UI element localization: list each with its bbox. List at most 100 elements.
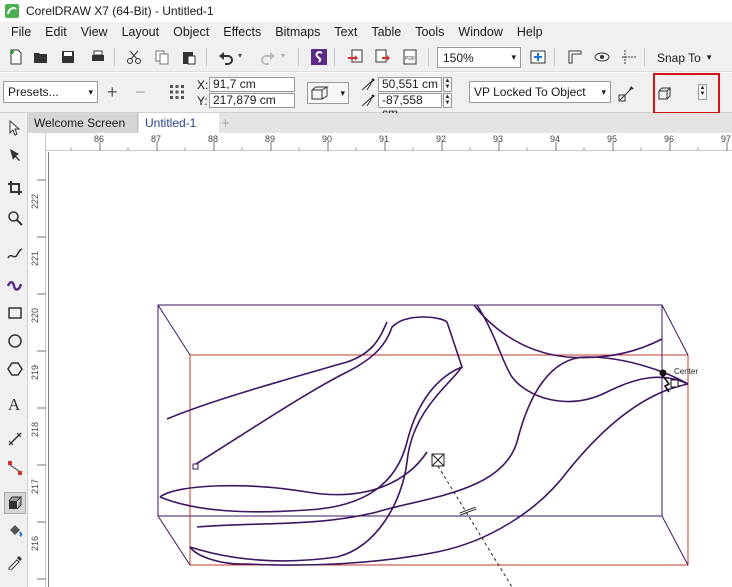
- x-position-field[interactable]: 91,7 cm: [209, 77, 295, 92]
- zoom-tool-icon[interactable]: [4, 207, 26, 229]
- menu-window[interactable]: Window: [451, 25, 509, 39]
- menu-effects[interactable]: Effects: [216, 25, 268, 39]
- eyedropper-tool-icon[interactable]: [4, 551, 26, 573]
- extruded-object[interactable]: [47, 152, 732, 587]
- menu-edit[interactable]: Edit: [38, 25, 74, 39]
- vertical-ruler[interactable]: 222 221 220 219 218 217 216: [28, 133, 46, 587]
- redo-dropdown-icon[interactable]: ▾: [281, 51, 285, 60]
- tab-untitled-1[interactable]: Untitled-1: [139, 113, 219, 133]
- menu-text[interactable]: Text: [327, 25, 364, 39]
- delete-preset-icon[interactable]: −: [135, 83, 146, 101]
- polygon-tool-icon[interactable]: [4, 358, 26, 380]
- tab-welcome-screen[interactable]: Welcome Screen: [28, 113, 138, 133]
- vp-x-spinner[interactable]: ▲ ▼: [443, 77, 452, 92]
- menu-help[interactable]: Help: [510, 25, 550, 39]
- coreldraw-app-icon: [5, 4, 19, 18]
- chevron-down-icon: ▾: [706, 52, 712, 62]
- ellipse-tool-icon[interactable]: [4, 330, 26, 352]
- connector-tool-icon[interactable]: [4, 457, 26, 479]
- rectangle-tool-icon[interactable]: [4, 302, 26, 324]
- undo-icon[interactable]: [216, 47, 236, 67]
- save-icon[interactable]: [58, 47, 78, 67]
- snap-to-dropdown[interactable]: Snap To ▾: [651, 47, 721, 68]
- presets-label: Presets...: [8, 85, 59, 99]
- vp-y-spinner[interactable]: ▲ ▼: [443, 93, 452, 108]
- shape-tool-icon[interactable]: [4, 144, 26, 166]
- x-label: X:: [197, 78, 209, 92]
- reference-point-icon[interactable]: [169, 84, 185, 100]
- dimension-tool-icon[interactable]: [4, 428, 26, 450]
- vp-relative-icon[interactable]: [617, 83, 637, 103]
- svg-text:PDF: PDF: [405, 56, 415, 62]
- menu-object[interactable]: Object: [166, 25, 216, 39]
- show-rulers-icon[interactable]: [565, 47, 585, 67]
- cut-icon[interactable]: [124, 47, 144, 67]
- ruler-label: 222: [30, 193, 40, 209]
- paste-icon[interactable]: [179, 47, 199, 67]
- ruler-label: 219: [30, 364, 40, 380]
- zoom-level-select[interactable]: 150% ▾: [437, 47, 521, 68]
- crop-tool-icon[interactable]: [4, 177, 26, 199]
- text-tool-icon[interactable]: A: [4, 393, 26, 415]
- ruler-label: 90: [322, 134, 333, 144]
- zoom-level-value: 150%: [443, 50, 474, 65]
- show-guidelines-icon[interactable]: [619, 47, 639, 67]
- vanishing-point-label: Center: [674, 367, 699, 376]
- menu-layout[interactable]: Layout: [115, 25, 167, 39]
- vanishing-point-x-icon: [361, 78, 377, 92]
- extrusion-edges: [157, 304, 689, 566]
- search-content-icon[interactable]: [309, 47, 329, 67]
- show-grid-icon[interactable]: [592, 47, 612, 67]
- document-tabs: Welcome Screen Untitled-1 +: [28, 113, 732, 133]
- ruler-label: 91: [379, 134, 390, 144]
- ruler-label: 93: [493, 134, 504, 144]
- vanishing-point-y-field[interactable]: -87,558 cm: [378, 93, 442, 120]
- menu-view[interactable]: View: [74, 25, 115, 39]
- ruler-label: 97: [721, 134, 732, 144]
- ruler-label: 216: [30, 535, 40, 551]
- highlight-box: [653, 73, 720, 114]
- vanishing-point-x-field[interactable]: 50,551 cm: [378, 77, 442, 92]
- menu-file[interactable]: File: [4, 25, 38, 39]
- freehand-tool-icon[interactable]: [4, 243, 26, 265]
- ribbon-curves: [159, 304, 689, 566]
- presets-dropdown[interactable]: Presets... ▾: [3, 81, 98, 103]
- ruler-label: 87: [151, 134, 162, 144]
- artistic-media-tool-icon[interactable]: [4, 273, 26, 295]
- menu-bitmaps[interactable]: Bitmaps: [268, 25, 327, 39]
- print-icon[interactable]: [88, 47, 108, 67]
- ruler-label: 96: [664, 134, 675, 144]
- copy-icon[interactable]: [152, 47, 172, 67]
- open-folder-icon[interactable]: [31, 47, 51, 67]
- fill-tool-icon[interactable]: [4, 520, 26, 542]
- add-tab-icon[interactable]: +: [221, 115, 230, 132]
- chevron-down-icon: ▾: [601, 86, 606, 97]
- vanishing-point-mode-dropdown[interactable]: VP Locked To Object ▾: [469, 81, 611, 103]
- ruler-label: 94: [550, 134, 561, 144]
- undo-dropdown-icon[interactable]: ▾: [238, 51, 242, 60]
- property-bar: Presets... ▾ + − X: 91,7 cm Y: 217,879 c…: [0, 73, 732, 176]
- add-preset-icon[interactable]: +: [107, 83, 118, 101]
- y-position-field[interactable]: 217,879 cm: [209, 93, 295, 108]
- svg-text:A: A: [8, 395, 21, 413]
- redo-icon[interactable]: [258, 47, 278, 67]
- drawing-canvas[interactable]: Center: [47, 152, 732, 587]
- publish-pdf-icon[interactable]: PDF: [400, 47, 420, 67]
- object-node-handle[interactable]: [192, 463, 199, 470]
- chevron-down-icon: ▾: [511, 52, 516, 62]
- import-icon[interactable]: [345, 47, 365, 67]
- horizontal-ruler[interactable]: 86 87 88 89 90 91 92 93 94 95 96 97: [28, 133, 732, 151]
- menu-tools[interactable]: Tools: [408, 25, 451, 39]
- object-center-marker[interactable]: [431, 453, 445, 467]
- y-label: Y:: [197, 94, 208, 108]
- page-border-left: [48, 152, 49, 587]
- pick-tool-icon[interactable]: [4, 117, 26, 139]
- extrusion-type-dropdown[interactable]: ▾: [307, 82, 349, 104]
- title-bar: CorelDRAW X7 (64-Bit) - Untitled-1: [0, 0, 732, 22]
- export-icon[interactable]: [373, 47, 393, 67]
- menu-table[interactable]: Table: [364, 25, 408, 39]
- window-title: CorelDRAW X7 (64-Bit) - Untitled-1: [26, 4, 214, 18]
- new-document-icon[interactable]: [6, 47, 26, 67]
- extrude-tool-icon[interactable]: [4, 492, 26, 514]
- full-screen-preview-icon[interactable]: [528, 47, 548, 67]
